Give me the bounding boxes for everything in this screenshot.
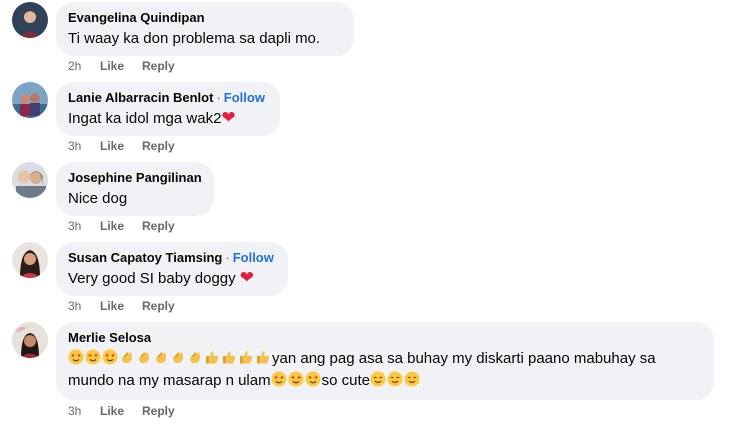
comment-text: Ti waay ka don problema sa dapli mo. bbox=[68, 30, 321, 47]
like-button[interactable]: Like bbox=[100, 138, 142, 154]
reply-button[interactable]: Reply bbox=[142, 138, 175, 154]
avatar[interactable] bbox=[12, 322, 48, 358]
reply-button[interactable]: Reply bbox=[142, 218, 175, 234]
like-button[interactable]: Like bbox=[100, 403, 142, 419]
clapping-hands-emoji-icon bbox=[122, 352, 132, 363]
separator-dot: · bbox=[216, 90, 221, 105]
clapping-hands-emoji-icon bbox=[190, 352, 200, 363]
reply-button[interactable]: Reply bbox=[142, 403, 175, 419]
thumbs-up-emoji-icon bbox=[223, 351, 236, 364]
like-button[interactable]: Like bbox=[100, 58, 142, 74]
comment-time[interactable]: 2h bbox=[68, 58, 100, 74]
smiling-face-emoji-icon bbox=[370, 371, 386, 387]
comment-actions: 3h Like Reply bbox=[68, 298, 175, 314]
comment-time[interactable]: 3h bbox=[68, 298, 100, 314]
commenter-name[interactable]: Lanie Albarracin Benlot bbox=[68, 90, 213, 105]
comment-bubble: Lanie Albarracin Benlot · Follow Ingat ka … bbox=[56, 82, 280, 136]
clapping-hands-emoji-icon bbox=[139, 352, 149, 363]
comment-bubble: Susan Capatoy Tiamsing · Follow Very good … bbox=[56, 242, 288, 296]
comment-text: yan ang pag asa sa buhay my diskarti paa… bbox=[68, 349, 656, 389]
clapping-hands-emoji-icon bbox=[173, 352, 183, 363]
heart-eyes-emoji-icon bbox=[85, 349, 101, 365]
separator-dot: · bbox=[225, 250, 230, 265]
comment-time[interactable]: 3h bbox=[68, 218, 100, 234]
comment-actions: 2h Like Reply bbox=[68, 58, 175, 74]
follow-button[interactable]: Follow bbox=[233, 250, 274, 265]
heart-eyes-emoji-icon bbox=[288, 371, 304, 387]
thumbs-up-emoji-icon bbox=[206, 351, 219, 364]
comment-bubble: Merlie Selosa yan ang pag asa sa buhay m… bbox=[56, 322, 714, 400]
heart-eyes-emoji-icon bbox=[102, 349, 118, 365]
thumbs-up-emoji-icon bbox=[240, 351, 253, 364]
comment-actions: 3h Like Reply bbox=[68, 218, 175, 234]
comment-bubble: Evangelina Quindipan Ti waay ka don prob… bbox=[56, 2, 354, 56]
reply-button[interactable]: Reply bbox=[142, 58, 175, 74]
avatar[interactable] bbox=[12, 2, 48, 38]
commenter-name[interactable]: Merlie Selosa bbox=[68, 330, 151, 345]
comment-actions: 3h Like Reply bbox=[68, 403, 175, 419]
heart-eyes-emoji-icon bbox=[305, 371, 321, 387]
avatar[interactable] bbox=[12, 82, 48, 118]
comment-actions: 3h Like Reply bbox=[68, 138, 175, 154]
heart-eyes-emoji-icon bbox=[68, 349, 84, 365]
reply-button[interactable]: Reply bbox=[142, 298, 175, 314]
commenter-name[interactable]: Susan Capatoy Tiamsing bbox=[68, 250, 222, 265]
clapping-hands-emoji-icon bbox=[156, 352, 166, 363]
like-button[interactable]: Like bbox=[100, 218, 142, 234]
comment-time[interactable]: 3h bbox=[68, 403, 100, 419]
smiling-face-emoji-icon bbox=[404, 371, 420, 387]
heart-eyes-emoji-icon bbox=[271, 371, 287, 387]
smiling-face-emoji-icon bbox=[387, 371, 403, 387]
avatar[interactable] bbox=[12, 162, 48, 198]
follow-button[interactable]: Follow bbox=[224, 90, 265, 105]
red-heart-emoji-icon: ❤ bbox=[239, 268, 255, 287]
comment-text: Nice dog bbox=[68, 190, 128, 207]
comment-text: Very good SI baby doggy ❤ bbox=[68, 268, 255, 287]
commenter-name[interactable]: Evangelina Quindipan bbox=[68, 10, 205, 25]
commenter-name[interactable]: Josephine Pangilinan bbox=[68, 170, 202, 185]
like-button[interactable]: Like bbox=[100, 298, 142, 314]
comment-bubble: Josephine Pangilinan Nice dog bbox=[56, 162, 214, 216]
avatar[interactable] bbox=[12, 242, 48, 278]
comment-text: Ingat ka idol mga wak2❤ bbox=[68, 108, 236, 127]
thumbs-up-emoji-icon bbox=[257, 351, 270, 364]
red-heart-emoji-icon: ❤ bbox=[221, 108, 236, 127]
comment-time[interactable]: 3h bbox=[68, 138, 100, 154]
